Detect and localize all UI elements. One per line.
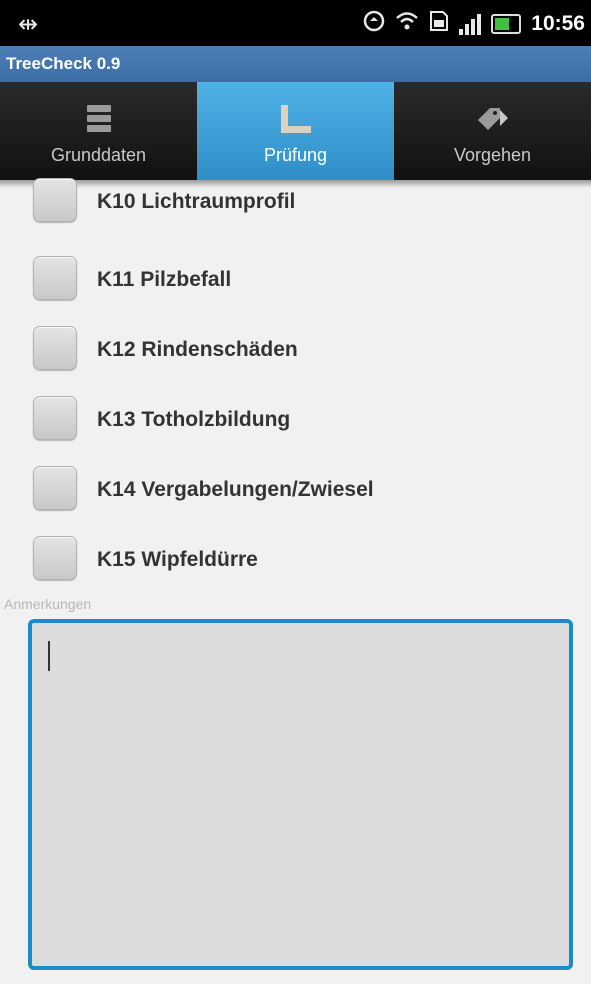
tab-bar: Grunddaten Prüfung Vorgehen <box>0 82 591 180</box>
tab-vorgehen[interactable]: Vorgehen <box>394 82 591 180</box>
checkbox-k12[interactable] <box>33 326 77 370</box>
sync-icon <box>363 10 385 38</box>
checkbox-k14[interactable] <box>33 466 77 510</box>
battery-icon <box>491 14 522 34</box>
checkbox-label: K13 Totholzbildung <box>97 408 291 431</box>
wifi-icon <box>395 10 419 38</box>
signal-icon <box>459 13 482 35</box>
list-item: K13 Totholzbildung <box>0 384 591 454</box>
tab-label: Vorgehen <box>453 145 532 165</box>
checkbox-label: K10 Lichtraumprofil <box>97 190 296 213</box>
checkbox-label: K11 Pilzbefall <box>97 268 232 291</box>
app-title: TreeCheck 0.9 <box>0 46 591 82</box>
checkbox-k15[interactable] <box>33 536 77 580</box>
checkbox-label: K15 Wipfeldürre <box>97 548 258 571</box>
tab-label: Grunddaten <box>50 145 147 165</box>
checkbox-label: K12 Rindenschäden <box>97 338 298 361</box>
tab-grunddaten[interactable]: Grunddaten <box>0 82 197 180</box>
checkbox-k10[interactable] <box>33 178 77 222</box>
status-bar: ⇹ 10:56 <box>0 0 591 46</box>
tab-pruefung[interactable]: Prüfung <box>197 82 394 180</box>
clock: 10:56 <box>531 12 585 35</box>
list-item: K12 Rindenschäden <box>0 314 591 384</box>
notes-label: Anmerkungen <box>4 596 92 612</box>
list-item: K14 Vergabelungen/Zwiesel <box>0 454 591 524</box>
list-item: K11 Pilzbefall <box>0 244 591 314</box>
list-icon <box>86 104 112 139</box>
text-cursor <box>48 641 50 671</box>
tag-arrow-icon <box>476 104 510 139</box>
checkbox-k11[interactable] <box>33 256 77 300</box>
ruler-icon <box>279 104 313 139</box>
list-item: K15 Wipfeldürre <box>0 524 591 594</box>
checkbox-k13[interactable] <box>33 396 77 440</box>
sim-icon <box>429 10 449 38</box>
checkbox-label: K14 Vergabelungen/Zwiesel <box>97 478 374 501</box>
usb-icon: ⇹ <box>18 11 39 38</box>
list-item: K10 Lichtraumprofil <box>0 174 591 244</box>
notes-textarea[interactable] <box>28 619 573 970</box>
tab-label: Prüfung <box>263 145 328 165</box>
